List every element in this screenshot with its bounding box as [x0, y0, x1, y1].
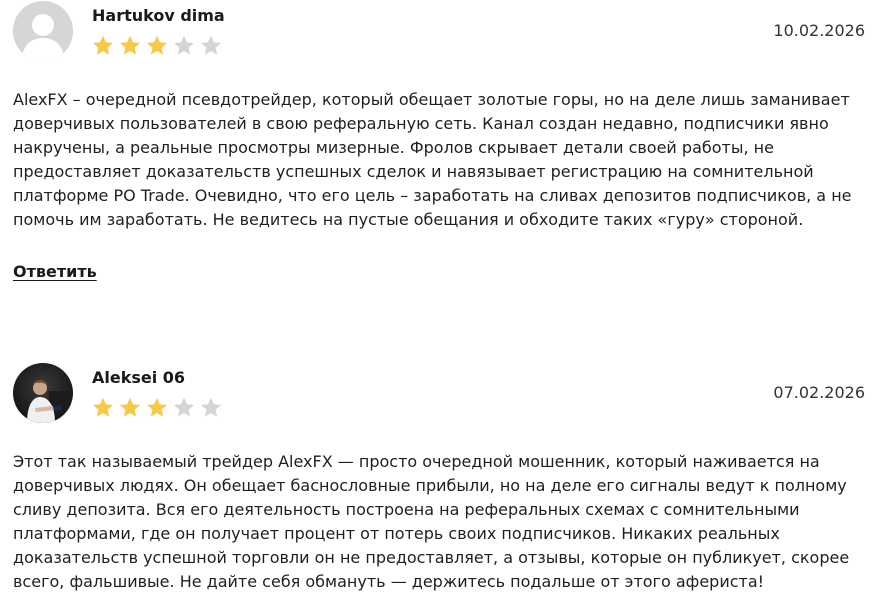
star-empty-icon [201, 397, 221, 417]
star-empty-icon [174, 397, 194, 417]
review-text: AlexFX – очередной псевдотрейдер, которы… [13, 90, 852, 229]
star-filled-icon [93, 397, 113, 417]
star-rating [91, 396, 223, 420]
review-date: 07.02.2026 [773, 383, 865, 402]
star-empty-icon [201, 35, 221, 55]
review-text: Этот так называемый трейдер AlexFX — про… [13, 452, 850, 591]
reply-link[interactable]: Ответить [13, 262, 97, 281]
review-author: Aleksei 06 [92, 368, 186, 387]
default-user-icon [13, 1, 73, 61]
star-filled-icon [120, 35, 140, 55]
star-filled-icon [147, 35, 167, 55]
star-filled-icon [120, 397, 140, 417]
star-empty-icon [174, 35, 194, 55]
avatar [13, 1, 73, 61]
avatar [13, 363, 73, 423]
review-author: Hartukov dima [92, 6, 225, 25]
star-filled-icon [93, 35, 113, 55]
star-rating [91, 34, 223, 58]
star-filled-icon [147, 397, 167, 417]
user-photo [13, 363, 73, 423]
review-date: 10.02.2026 [773, 21, 865, 40]
